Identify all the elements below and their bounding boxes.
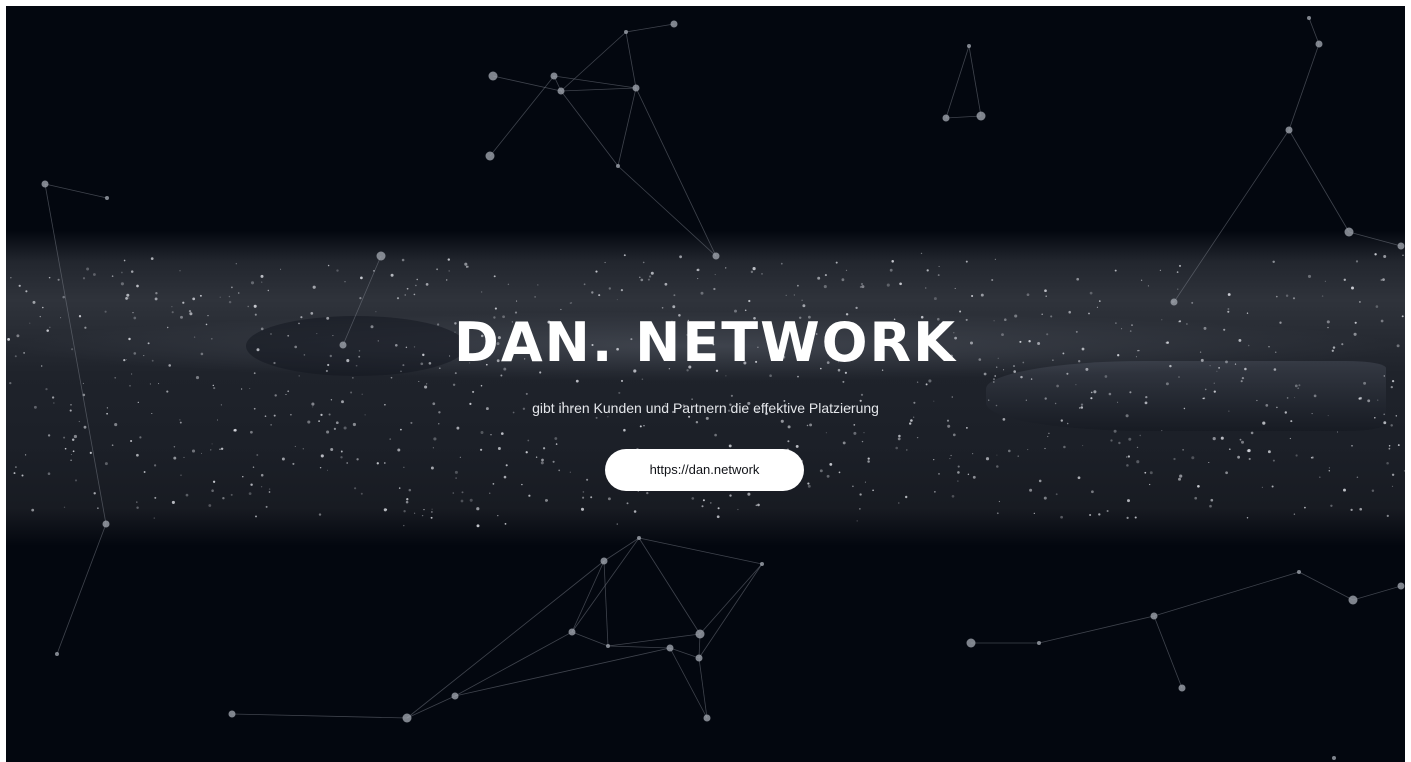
network-node [1037,641,1041,645]
network-node [666,644,674,652]
network-node [1285,126,1293,134]
network-node [451,692,459,700]
network-node [967,44,971,48]
network-node [105,196,109,200]
network-edge [698,563,763,659]
page-frame: DAN. NETWORK gibt ihren Kunden und Partn… [0,0,1411,762]
network-edge [968,45,982,117]
network-node [712,252,720,260]
network-node [1307,16,1311,20]
network-node [485,151,495,161]
network-edge [1348,231,1402,247]
network-edge [489,75,555,157]
network-node [41,180,49,188]
network-node [616,164,620,168]
network-node [760,562,764,566]
network-edge [1308,17,1320,45]
network-graph-overlay [41,16,1405,760]
network-node [1315,40,1323,48]
network-edge [1298,571,1354,601]
network-node [557,87,565,95]
network-edge [560,90,619,167]
network-node [1332,756,1336,760]
network-edge [571,560,605,633]
network-edge [492,75,562,92]
network-edge [617,165,717,257]
network-edge [406,560,605,719]
network-edge [1352,585,1402,601]
network-edge [560,87,637,92]
network-node [376,251,386,261]
network-edge [698,657,708,719]
brand-title: DAN. NETWORK [454,311,957,374]
network-node [1397,242,1405,250]
network-edge [454,647,671,697]
network-edge [603,560,609,647]
network-edge [945,45,970,119]
network-node [1348,595,1358,605]
network-node [1344,227,1354,237]
network-edge [638,537,763,565]
network-node [966,638,976,648]
network-edge [56,523,107,655]
network-edge [638,537,701,635]
network-edge [1288,129,1350,233]
network-node [402,713,412,723]
network-edge [1153,571,1300,617]
network-edge [635,87,717,257]
network-node [670,20,678,28]
network-node [695,654,703,662]
network-edge [617,87,637,167]
network-edge [1153,615,1183,689]
network-edge [945,115,982,119]
hero-banner: DAN. NETWORK gibt ihren Kunden und Partn… [6,6,1405,762]
network-node [1178,684,1186,692]
network-node [1170,298,1178,306]
network-node [1150,612,1158,620]
network-node [637,536,641,540]
network-node [624,30,628,34]
network-edge [607,645,671,649]
network-edge [607,633,701,647]
network-node [976,111,986,121]
network-node [550,72,558,80]
network-edge [231,713,408,719]
website-link-button[interactable]: https://dan.network [605,449,804,491]
network-edge [603,537,640,562]
network-edge [44,183,108,199]
network-node [632,84,640,92]
network-node [606,644,610,648]
network-node [703,714,711,722]
network-edge [454,631,573,697]
network-node [228,710,236,718]
network-edge [1038,615,1155,644]
network-edge [1288,43,1320,131]
network-node [695,629,705,639]
network-edge [625,23,675,33]
network-node [942,114,950,122]
network-edge [1173,129,1290,303]
network-node [55,652,59,656]
network-edge [699,563,763,635]
network-node [102,520,110,528]
network-edge [571,631,609,647]
network-node [1297,570,1301,574]
network-node [600,557,608,565]
network-node [1397,582,1405,590]
tagline: gibt ihren Kunden und Partnern die effek… [532,400,879,416]
network-edge [625,31,637,89]
network-node [488,71,498,81]
network-node [568,628,576,636]
